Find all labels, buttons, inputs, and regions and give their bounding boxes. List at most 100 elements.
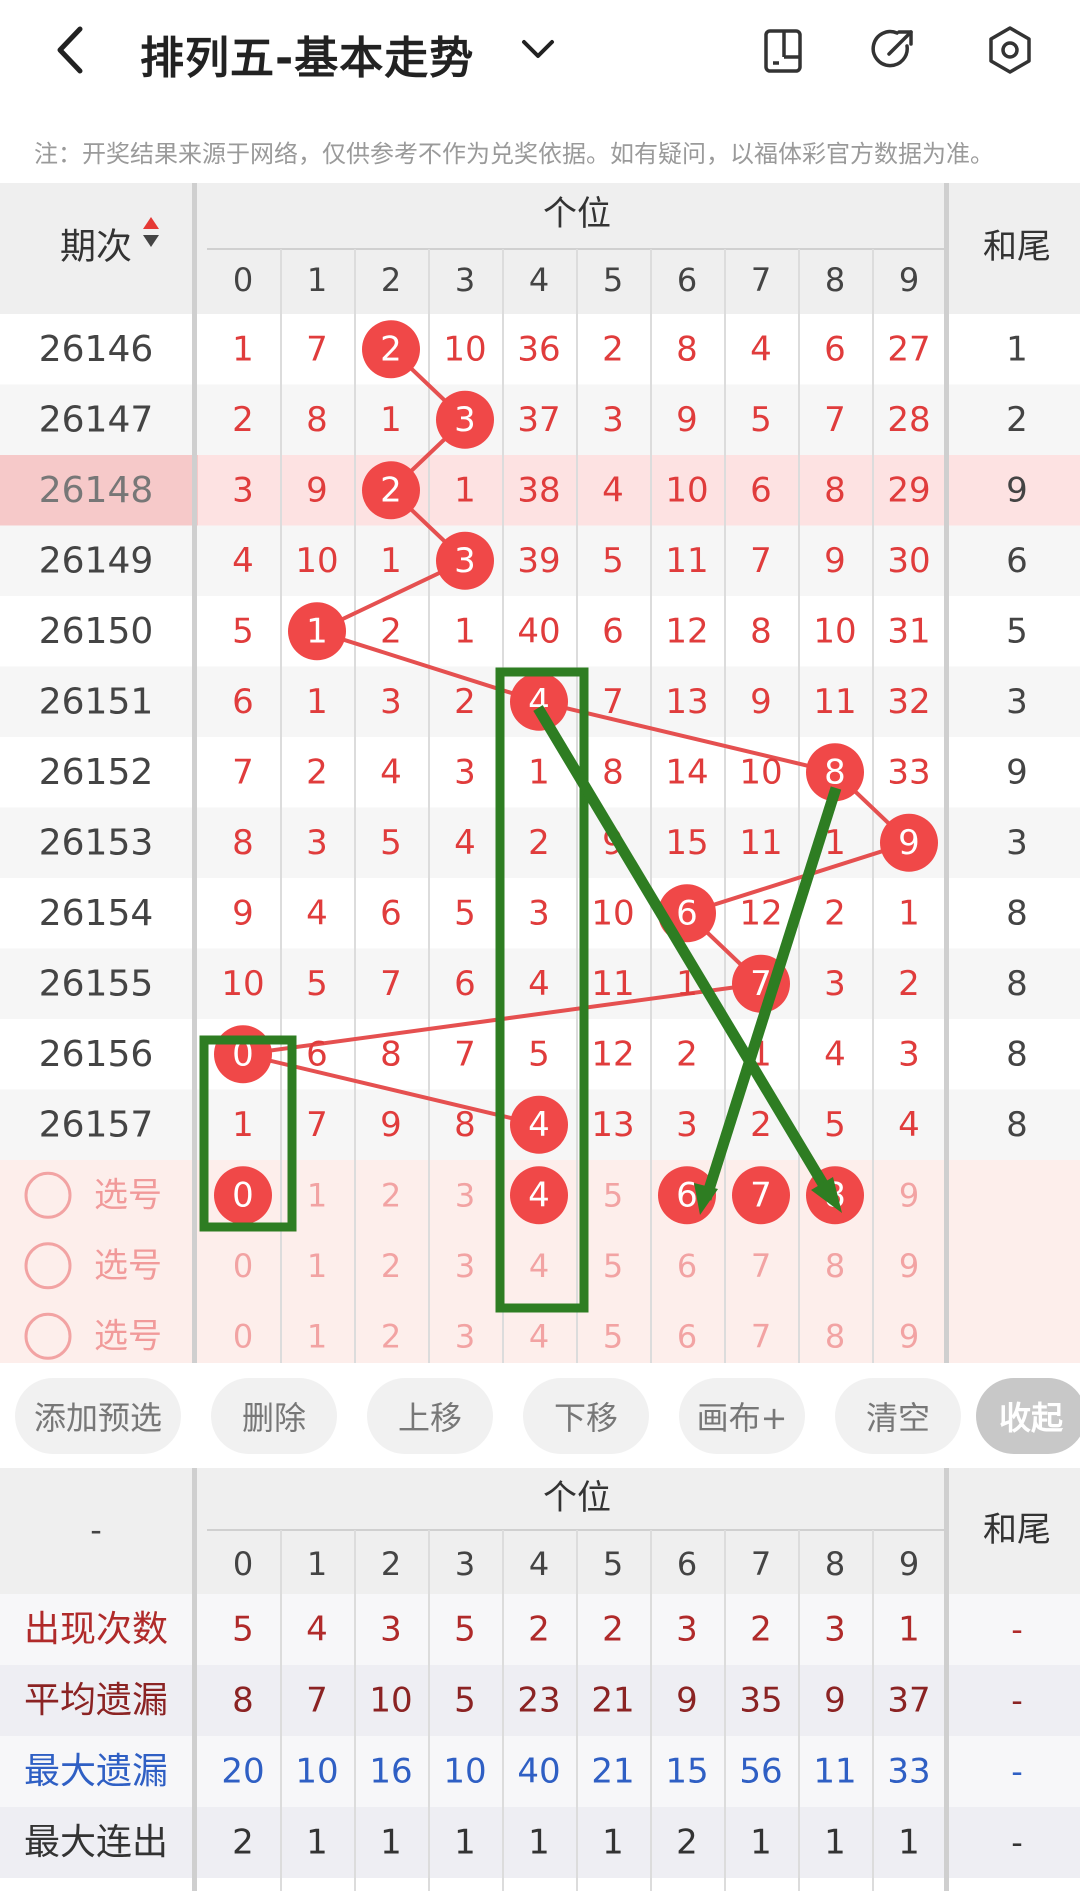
miss-count: 37 [517, 400, 560, 440]
miss-count: 9 [750, 682, 772, 722]
digit-header: 5 [603, 261, 623, 299]
move-down-button[interactable]: 下移 [523, 1378, 649, 1454]
hit-number: 2 [380, 329, 402, 369]
pick-number-selected[interactable]: 0 [232, 1175, 254, 1215]
miss-count: 10 [295, 541, 338, 581]
pick-number[interactable]: 0 [233, 1317, 253, 1355]
miss-count: 4 [232, 541, 254, 581]
delete-button[interactable]: 删除 [211, 1378, 337, 1454]
miss-count: 10 [221, 964, 264, 1004]
back-button[interactable] [40, 20, 100, 80]
miss-count: 2 [454, 682, 476, 722]
pick-number[interactable]: 1 [307, 1317, 327, 1355]
share-button[interactable] [863, 20, 923, 80]
pick-number[interactable]: 7 [751, 1247, 771, 1285]
pick-number-selected[interactable]: 6 [676, 1175, 698, 1215]
period-header[interactable]: 期次 [60, 227, 132, 268]
hit-number: 1 [306, 611, 328, 651]
group-header: 个位 [543, 194, 611, 234]
miss-count: 2 [824, 893, 846, 933]
miss-count: 7 [454, 1034, 476, 1074]
hit-number: 8 [824, 752, 846, 792]
tail-value: 1 [1006, 329, 1028, 369]
miss-count: 36 [517, 329, 560, 369]
miss-count: 5 [750, 400, 772, 440]
pick-number[interactable]: 6 [677, 1317, 697, 1355]
pick-number-selected[interactable]: 4 [528, 1175, 550, 1215]
stats-value: 4 [306, 1610, 328, 1650]
stats-value: 1 [898, 1610, 920, 1650]
miss-count: 3 [824, 964, 846, 1004]
pick-number[interactable]: 9 [899, 1317, 919, 1355]
miss-count: 30 [887, 541, 930, 581]
stats-value: 5 [232, 1610, 254, 1650]
pick-number[interactable]: 2 [381, 1176, 401, 1214]
miss-count: 1 [454, 611, 476, 651]
page-title[interactable]: 排列五-基本走势 [140, 22, 474, 86]
digit-header: 6 [677, 261, 697, 299]
miss-count: 2 [528, 823, 550, 863]
tail-value: 8 [1006, 893, 1028, 933]
tail-value: 8 [1006, 1105, 1028, 1145]
pick-label[interactable]: 选号 [94, 1175, 162, 1215]
collapse-button[interactable]: 收起 [976, 1378, 1080, 1454]
miss-count: 7 [306, 1105, 328, 1145]
pick-number[interactable]: 2 [381, 1247, 401, 1285]
pick-number[interactable]: 9 [899, 1176, 919, 1214]
pick-number[interactable]: 9 [899, 1247, 919, 1285]
pick-number[interactable]: 3 [455, 1247, 475, 1285]
canvas-plus-button[interactable]: 画布+ [679, 1378, 805, 1454]
miss-count: 10 [813, 611, 856, 651]
settings-button[interactable] [980, 20, 1040, 80]
settings-gear-icon [989, 26, 1031, 74]
miss-count: 1 [528, 752, 550, 792]
stats-value: 3 [824, 1610, 846, 1650]
stats-digit-header: 8 [825, 1545, 845, 1583]
pick-label[interactable]: 选号 [94, 1246, 162, 1286]
pick-number[interactable]: 2 [381, 1317, 401, 1355]
hit-number: 6 [676, 893, 698, 933]
pick-number[interactable]: 0 [233, 1247, 253, 1285]
pick-label[interactable]: 选号 [94, 1316, 162, 1356]
miss-count: 4 [750, 329, 772, 369]
miss-count: 4 [602, 470, 624, 510]
miss-count: 32 [887, 682, 930, 722]
miss-count: 5 [380, 823, 402, 863]
tail-value: 9 [1006, 752, 1028, 792]
period-label: 26152 [39, 752, 154, 793]
pick-number[interactable]: 3 [455, 1317, 475, 1355]
miss-count: 6 [380, 893, 402, 933]
stats-value: 15 [665, 1752, 708, 1792]
pick-number[interactable]: 4 [529, 1247, 549, 1285]
period-label: 26148 [39, 470, 154, 511]
pick-number[interactable]: 1 [307, 1176, 327, 1214]
pick-number[interactable]: 5 [603, 1247, 623, 1285]
stats-value: 33 [887, 1752, 930, 1792]
pick-number[interactable]: 8 [825, 1247, 845, 1285]
move-up-button[interactable]: 上移 [367, 1378, 493, 1454]
layout-button[interactable] [753, 20, 813, 80]
pick-number[interactable]: 6 [677, 1247, 697, 1285]
clear-button[interactable]: 清空 [835, 1378, 961, 1454]
tail-value: 5 [1006, 611, 1028, 651]
pick-number-selected[interactable]: 7 [750, 1175, 772, 1215]
pick-number[interactable]: 3 [455, 1176, 475, 1214]
miss-count: 9 [232, 893, 254, 933]
stats-value: 8 [232, 1681, 254, 1721]
miss-count: 28 [887, 400, 930, 440]
stats-value: 7 [306, 1681, 328, 1721]
miss-count: 6 [232, 682, 254, 722]
title-dropdown-button[interactable] [508, 20, 568, 80]
pick-number[interactable]: 5 [603, 1317, 623, 1355]
add-preselect-button[interactable]: 添加预选 [15, 1378, 181, 1454]
period-label: 26157 [39, 1104, 154, 1145]
pick-number[interactable]: 4 [529, 1317, 549, 1355]
pick-number[interactable]: 5 [603, 1176, 623, 1214]
pick-number[interactable]: 8 [825, 1317, 845, 1355]
pick-number[interactable]: 7 [751, 1317, 771, 1355]
stats-value: 21 [591, 1681, 634, 1721]
stats-value: 16 [369, 1752, 412, 1792]
pick-number[interactable]: 1 [307, 1247, 327, 1285]
digit-header: 2 [381, 261, 401, 299]
stats-value: 35 [739, 1681, 782, 1721]
